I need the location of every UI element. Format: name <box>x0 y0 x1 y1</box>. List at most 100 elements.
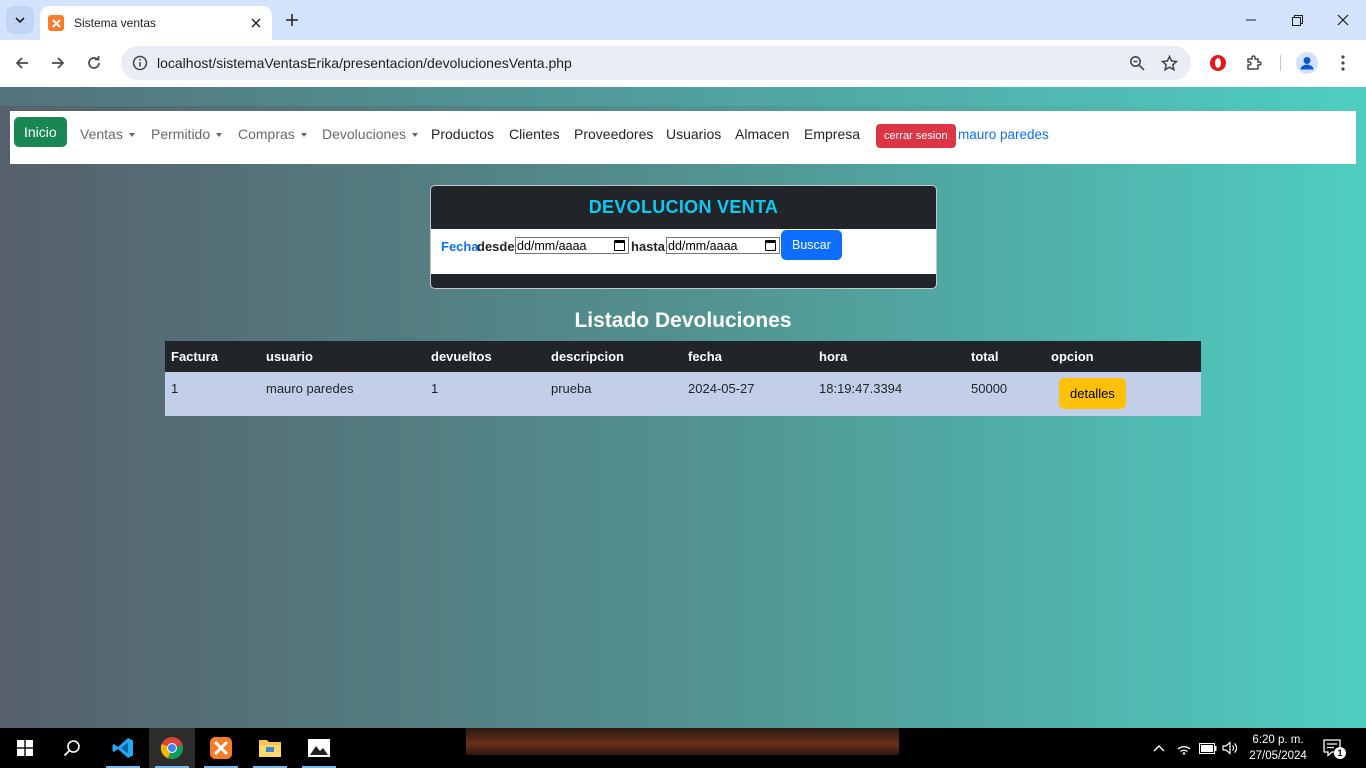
volume-speaker-icon[interactable] <box>1221 738 1241 758</box>
nav-empresa[interactable]: Empresa <box>804 126 860 142</box>
file-explorer-taskbar-icon[interactable] <box>247 728 293 768</box>
cell-factura: 1 <box>171 381 179 396</box>
forward-arrow-icon[interactable] <box>44 49 72 77</box>
site-info-icon[interactable] <box>123 46 157 80</box>
caret-down-icon <box>216 132 223 137</box>
clock-date: 27/05/2024 <box>1249 750 1307 762</box>
windows-taskbar: 6:20 p. m. 27/05/2024 1 <box>0 728 1366 768</box>
nav-permitido-label: Permitido <box>151 126 211 142</box>
col-fecha: fecha <box>688 349 722 364</box>
label-hasta: hasta <box>631 239 665 254</box>
page-content: Inicio Ventas Permitido Compras Devoluci… <box>0 87 1366 728</box>
nav-compras-dropdown[interactable]: Compras <box>238 126 307 142</box>
col-descripcion: descripcion <box>551 349 624 364</box>
filter-card: DEVOLUCION VENTA Fecha desde dd/mm/aaaa … <box>430 185 937 289</box>
label-fecha: Fecha <box>441 239 479 254</box>
nav-devoluciones-dropdown[interactable]: Devoluciones <box>322 126 419 142</box>
photos-taskbar-icon[interactable] <box>296 728 342 768</box>
network-wifi-icon[interactable] <box>1174 738 1194 758</box>
tab-search-button[interactable] <box>6 6 34 34</box>
col-opcion: opcion <box>1051 349 1094 364</box>
label-desde: desde <box>477 239 515 254</box>
col-hora: hora <box>819 349 848 364</box>
profile-avatar-icon[interactable] <box>1293 49 1321 77</box>
caret-down-icon <box>412 132 419 137</box>
chrome-taskbar-icon[interactable] <box>149 728 195 768</box>
nav-proveedores[interactable]: Proveedores <box>574 126 653 142</box>
window-close-icon[interactable] <box>1320 0 1366 40</box>
taskbar-search-icon[interactable] <box>49 728 95 768</box>
cell-fecha: 2024-05-27 <box>688 381 755 396</box>
date-desde-placeholder: dd/mm/aaaa <box>517 238 587 253</box>
inicio-button[interactable]: Inicio <box>14 117 67 147</box>
browser-tab[interactable]: Sistema ventas <box>40 6 272 40</box>
devoluciones-table: Factura usuario devueltos descripcion fe… <box>165 341 1201 416</box>
cell-descripcion: prueba <box>551 381 592 396</box>
nav-usuarios[interactable]: Usuarios <box>666 126 721 142</box>
caret-down-icon <box>300 132 307 137</box>
zoom-icon[interactable] <box>1121 47 1153 79</box>
tray-chevron-up-icon[interactable] <box>1149 738 1169 758</box>
chevron-down-icon <box>15 17 25 24</box>
col-total: total <box>971 349 999 364</box>
nav-ventas-dropdown[interactable]: Ventas <box>80 126 135 142</box>
filter-form: Fecha desde dd/mm/aaaa hasta dd/mm/aaaa … <box>431 229 936 274</box>
detalles-button[interactable]: detalles <box>1059 378 1126 409</box>
taskbar-clock[interactable]: 6:20 p. m. 27/05/2024 <box>1244 732 1312 764</box>
nav-ventas-label: Ventas <box>80 126 123 142</box>
reload-icon[interactable] <box>80 49 108 77</box>
col-factura: Factura <box>171 349 218 364</box>
browser-toolbar: localhost/sistemaVentasErika/presentacio… <box>0 40 1366 87</box>
filter-card-footer <box>431 274 936 288</box>
address-bar[interactable]: localhost/sistemaVentasErika/presentacio… <box>121 46 1191 80</box>
window-preview-thumbnail <box>466 728 899 755</box>
clock-time: 6:20 p. m. <box>1252 734 1304 746</box>
battery-icon[interactable] <box>1198 738 1218 758</box>
vscode-taskbar-icon[interactable] <box>100 728 146 768</box>
xampp-taskbar-icon[interactable] <box>198 728 244 768</box>
table-row: 1 mauro paredes 1 prueba 2024-05-27 18:1… <box>165 372 1201 416</box>
calendar-icon[interactable] <box>765 240 776 251</box>
calendar-icon[interactable] <box>614 240 625 251</box>
user-link[interactable]: mauro paredes <box>958 127 1049 142</box>
tab-title: Sistema ventas <box>74 16 157 30</box>
filter-card-header: DEVOLUCION VENTA <box>431 186 936 229</box>
filter-card-title: DEVOLUCION VENTA <box>588 197 779 217</box>
date-hasta-input[interactable]: dd/mm/aaaa <box>666 237 780 254</box>
list-title: Listado Devoluciones <box>574 309 792 332</box>
notification-center-icon[interactable]: 1 <box>1323 738 1346 759</box>
nav-devoluciones-label: Devoluciones <box>322 126 407 142</box>
page-top-band <box>0 87 1366 106</box>
kebab-menu-icon[interactable] <box>1329 49 1357 77</box>
cell-devueltos: 1 <box>431 381 439 396</box>
windows-start-icon[interactable] <box>2 728 48 768</box>
url-text[interactable]: localhost/sistemaVentasErika/presentacio… <box>157 55 1121 71</box>
col-usuario: usuario <box>266 349 313 364</box>
browser-tabstrip: Sistema ventas <box>0 0 1366 40</box>
nav-permitido-dropdown[interactable]: Permitido <box>151 126 223 142</box>
cell-total: 50000 <box>971 381 1008 396</box>
main-navbar: Inicio Ventas Permitido Compras Devoluci… <box>10 111 1356 164</box>
tab-close-icon[interactable] <box>248 15 264 31</box>
extension-opera-icon[interactable] <box>1204 49 1232 77</box>
nav-almacen[interactable]: Almacen <box>735 126 789 142</box>
col-devueltos: devueltos <box>431 349 492 364</box>
toolbar-divider <box>1280 55 1281 71</box>
extensions-puzzle-icon[interactable] <box>1240 49 1268 77</box>
nav-compras-label: Compras <box>238 126 295 142</box>
table-header: Factura usuario devueltos descripcion fe… <box>165 341 1201 372</box>
restore-icon[interactable] <box>1274 0 1320 40</box>
new-tab-icon[interactable] <box>282 10 302 30</box>
xampp-favicon-icon <box>48 15 64 31</box>
logout-button[interactable]: cerrar sesion <box>876 124 956 148</box>
nav-clientes[interactable]: Clientes <box>509 126 560 142</box>
date-desde-input[interactable]: dd/mm/aaaa <box>515 237 629 254</box>
date-hasta-placeholder: dd/mm/aaaa <box>668 238 738 253</box>
back-arrow-icon[interactable] <box>8 49 36 77</box>
bookmark-star-icon[interactable] <box>1153 47 1185 79</box>
nav-productos[interactable]: Productos <box>431 126 494 142</box>
cell-usuario: mauro paredes <box>266 381 354 396</box>
buscar-button[interactable]: Buscar <box>781 230 842 260</box>
cell-hora: 18:19:47.3394 <box>819 381 903 396</box>
minimize-icon[interactable] <box>1228 0 1274 40</box>
